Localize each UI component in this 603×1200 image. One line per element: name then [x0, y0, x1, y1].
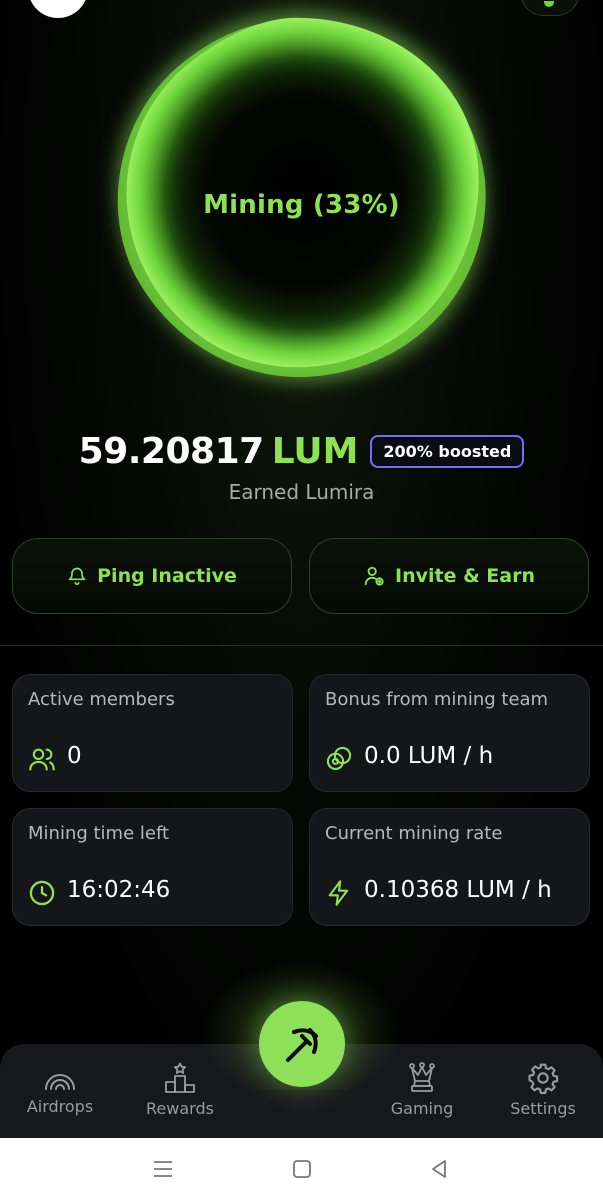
square-icon[interactable]	[292, 1159, 312, 1179]
balance-amount: 59.20817	[78, 430, 265, 472]
coins-icon	[326, 746, 352, 770]
mining-rate-title: Current mining rate	[325, 823, 503, 844]
mining-rate-value: 0.10368 LUM / h	[364, 877, 552, 903]
balance-unit: LUM	[271, 430, 359, 472]
active-members-title: Active members	[28, 689, 175, 710]
earned-label: Earned Lumira	[228, 480, 375, 504]
invite-earn-label: Invite & Earn	[395, 565, 535, 587]
balance-row: 59.20817 LUM 200% boosted	[0, 428, 603, 474]
lightning-icon	[328, 880, 349, 906]
avatar[interactable]	[28, 0, 88, 18]
ping-inactive-button[interactable]: Ping Inactive	[12, 538, 292, 614]
nav-item-airdrops[interactable]: Airdrops	[0, 1062, 120, 1132]
nav-label-rewards: Rewards	[146, 1099, 214, 1118]
coin-icon	[544, 1, 554, 7]
mining-rate-card[interactable]: Current mining rate 0.10368 LUM / h	[309, 808, 590, 926]
divider	[0, 645, 603, 646]
clock-icon	[29, 880, 55, 906]
nav-label-settings: Settings	[510, 1099, 576, 1118]
top-right-button[interactable]	[521, 0, 579, 16]
nav-label-airdrops: Airdrops	[26, 1097, 94, 1116]
ping-inactive-label: Ping Inactive	[97, 565, 237, 587]
team-bonus-title: Bonus from mining team	[325, 689, 549, 710]
mining-status: Mining (33%)	[203, 190, 400, 220]
pickaxe-icon	[286, 1028, 318, 1062]
users-icon	[29, 748, 55, 771]
user-plus-icon	[364, 566, 384, 586]
app-screen: Mining (33%) 59.20817 LUM 200% boosted E…	[0, 0, 603, 1138]
active-members-value: 0	[67, 743, 82, 769]
broadcast-icon	[45, 1074, 75, 1090]
podium-icon	[165, 1062, 195, 1093]
mine-button[interactable]	[259, 1001, 345, 1087]
team-bonus-card[interactable]: Bonus from mining team 0.0 LUM / h	[309, 674, 590, 792]
team-bonus-value: 0.0 LUM / h	[364, 743, 494, 769]
boost-badge[interactable]: 200% boosted	[370, 434, 525, 468]
bell-icon	[68, 567, 86, 586]
time-left-card[interactable]: Mining time left 16:02:46	[12, 808, 293, 926]
nav-label-gaming: Gaming	[390, 1099, 454, 1118]
invite-earn-button[interactable]: Invite & Earn	[309, 538, 589, 614]
gear-icon	[528, 1063, 559, 1094]
menu-icon[interactable]	[152, 1160, 174, 1178]
system-nav-bar	[0, 1138, 603, 1200]
chess-queen-icon	[409, 1062, 435, 1092]
time-left-title: Mining time left	[28, 823, 170, 844]
time-left-value: 16:02:46	[67, 877, 171, 903]
triangle-back-icon[interactable]	[430, 1159, 448, 1179]
active-members-card[interactable]: Active members 0	[12, 674, 293, 792]
nav-item-settings[interactable]: Settings	[483, 1062, 603, 1132]
